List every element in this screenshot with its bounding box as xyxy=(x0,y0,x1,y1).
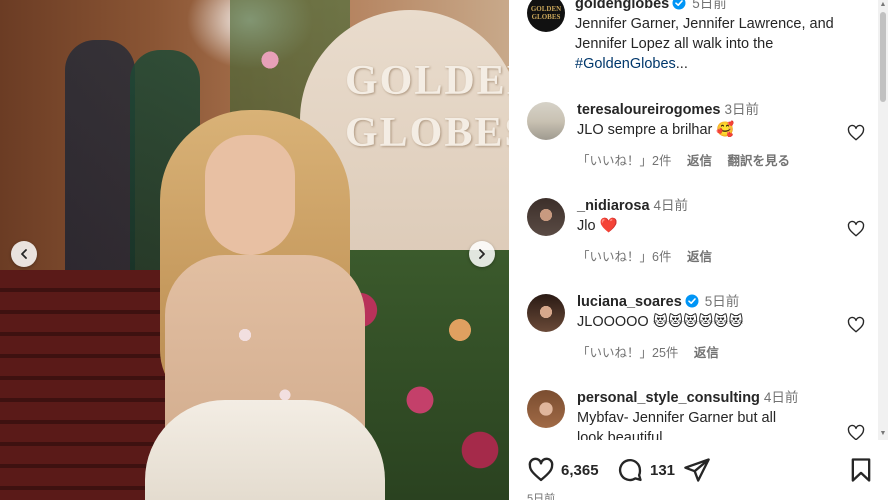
comment-username[interactable]: teresaloureirogomes xyxy=(577,102,720,118)
comment-item: _nidiarosa 4日前 Jlo ❤️ 「いいね！」6件 返信 xyxy=(527,198,872,278)
share-button[interactable] xyxy=(683,456,711,484)
translate-button[interactable]: 翻訳を見る xyxy=(727,154,790,168)
caption-ellipsis[interactable]: ... xyxy=(676,56,688,72)
scroll-up-arrow-icon[interactable]: ▲ xyxy=(879,1,887,9)
comment-text: JLO sempre a brilhar 🥰 xyxy=(577,122,735,138)
background-person xyxy=(65,40,135,280)
comment-bubble-icon xyxy=(618,458,642,482)
comment-text: Mybfav- Jennifer Garner but all xyxy=(577,410,777,426)
action-bar: 6,365 131 5日前 xyxy=(509,440,888,500)
post-time[interactable]: 5日前 xyxy=(692,0,727,11)
comment-likes[interactable]: 「いいね！」25件 xyxy=(577,346,678,360)
comment-time[interactable]: 3日前 xyxy=(724,102,759,117)
like-comment-heart-icon[interactable] xyxy=(847,220,865,238)
previous-image-button[interactable] xyxy=(11,241,37,267)
reply-button[interactable]: 返信 xyxy=(687,154,712,168)
comments-panel: GOLDEN GLOBES goldenglobes 5日前 Jennifer G… xyxy=(509,0,888,500)
avatar[interactable] xyxy=(527,294,565,332)
like-button[interactable]: 6,365 xyxy=(527,456,599,484)
avatar[interactable] xyxy=(527,390,565,428)
scroll-down-arrow-icon[interactable]: ▼ xyxy=(879,430,887,438)
paper-plane-icon xyxy=(684,458,710,482)
comment-time[interactable]: 4日前 xyxy=(654,198,689,213)
comment-count[interactable]: 131 xyxy=(650,462,675,479)
avatar-logo-text: GOLDEN GLOBES xyxy=(530,5,562,21)
like-comment-heart-icon[interactable] xyxy=(847,424,865,440)
reply-button[interactable]: 返信 xyxy=(687,250,712,264)
like-comment-heart-icon[interactable] xyxy=(847,316,865,334)
avatar[interactable] xyxy=(527,102,565,140)
post-date: 5日前 xyxy=(527,493,556,500)
like-comment-heart-icon[interactable] xyxy=(847,124,865,142)
comment-item: personal_style_consulting 4日前 Mybfav- Jen… xyxy=(527,390,872,440)
comment-text: JLOOOOO 😻😻😻😻😻😻 xyxy=(577,314,744,330)
comment-text: look beautiful xyxy=(577,430,663,440)
comment-item: luciana_soares 5日前 JLOOOOO 😻😻😻😻😻😻 「いいね！」2… xyxy=(527,294,872,374)
avatar[interactable] xyxy=(527,198,565,236)
post-image[interactable]: GOLDEN GLOBES xyxy=(0,0,509,500)
comment-time[interactable]: 4日前 xyxy=(764,390,799,405)
comment-likes[interactable]: 「いいね！」6件 xyxy=(577,250,671,264)
caption-text: Jennifer Lopez all walk into the xyxy=(575,36,774,52)
verified-badge-icon xyxy=(685,294,699,308)
like-count[interactable]: 6,365 xyxy=(561,462,599,479)
chevron-right-icon xyxy=(479,249,485,259)
comment-text: Jlo ❤️ xyxy=(577,218,618,234)
bookmark-icon xyxy=(851,458,871,482)
caption-text: Jennifer Garner, Jennifer Lawrence, and xyxy=(575,16,834,32)
comment-button[interactable]: 131 xyxy=(616,456,675,484)
comments-scroll-area[interactable]: GOLDEN GLOBES goldenglobes 5日前 Jennifer G… xyxy=(509,0,877,440)
hashtag-link[interactable]: #GoldenGlobes xyxy=(575,56,676,72)
comment-username[interactable]: personal_style_consulting xyxy=(577,390,760,406)
chevron-left-icon xyxy=(21,249,27,259)
golden-globes-sign-text: GOLDEN GLOBES xyxy=(345,58,509,156)
scrollbar[interactable]: ▲ ▼ xyxy=(878,0,888,440)
scrollbar-thumb[interactable] xyxy=(880,12,886,102)
next-image-button[interactable] xyxy=(469,241,495,267)
heart-icon xyxy=(528,457,554,482)
subject-stole xyxy=(145,400,385,500)
verified-badge-icon xyxy=(672,0,686,10)
post-username[interactable]: goldenglobes xyxy=(575,0,669,12)
avatar[interactable]: GOLDEN GLOBES xyxy=(527,0,565,32)
comment-item: teresaloureirogomes 3日前 JLO sempre a bril… xyxy=(527,102,872,182)
subject-face xyxy=(205,135,295,255)
comment-username[interactable]: luciana_soares xyxy=(577,294,682,310)
reply-button[interactable]: 返信 xyxy=(694,346,719,360)
comment-likes[interactable]: 「いいね！」2件 xyxy=(577,154,671,168)
comment-time[interactable]: 5日前 xyxy=(705,294,740,309)
comment-username[interactable]: _nidiarosa xyxy=(577,198,650,214)
save-button[interactable] xyxy=(847,456,875,484)
